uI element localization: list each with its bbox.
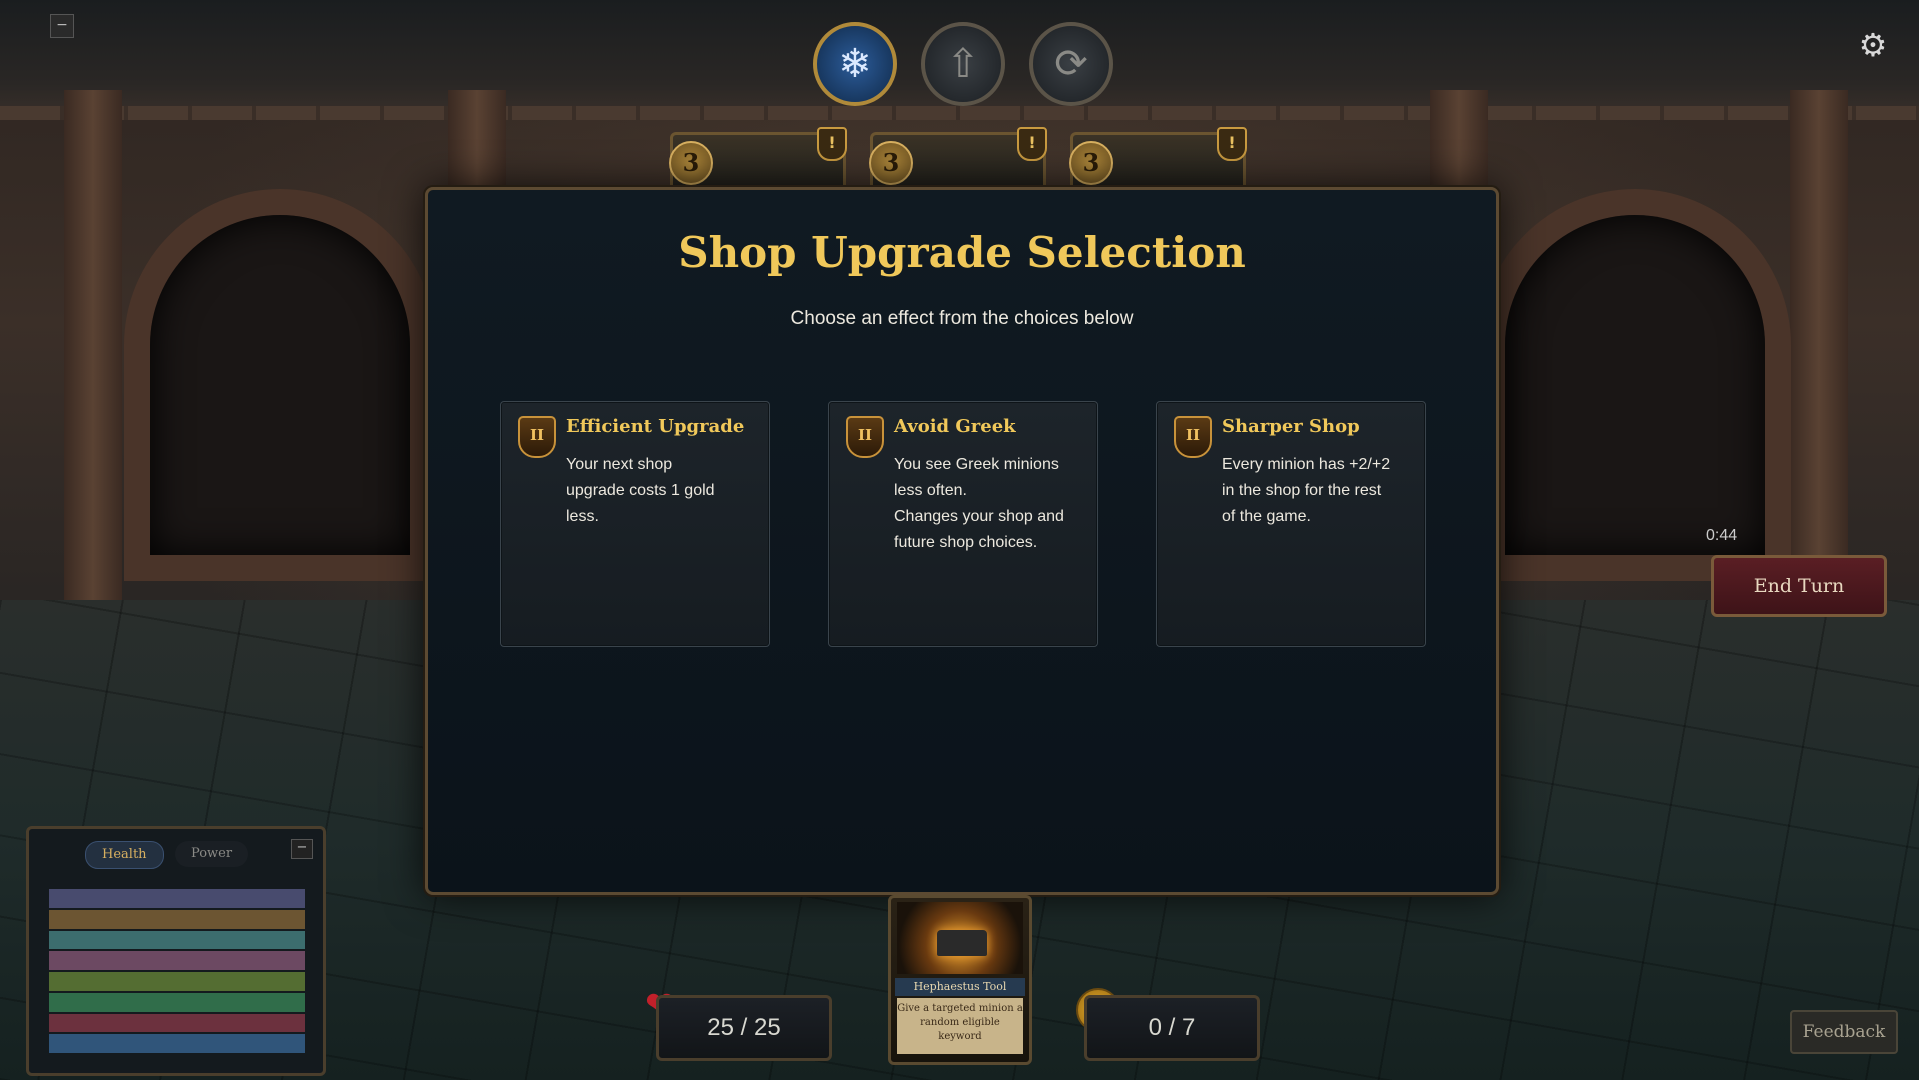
tab-health[interactable]: Health [85, 841, 164, 869]
upgrade-choice-avoid-greek[interactable]: II Avoid Greek You see Greek minions les… [828, 401, 1098, 647]
choice-description: Every minion has +2/+2 in the shop for t… [1222, 456, 1391, 525]
card-name: Hephaestus Tool [895, 978, 1025, 996]
upgrade-button[interactable]: ⇧ [921, 22, 1005, 106]
refresh-button[interactable]: ⟳ [1029, 22, 1113, 106]
card-text: Give a targeted minion a random eligible… [897, 998, 1023, 1054]
choice-description: Your next shop upgrade costs 1 gold less… [566, 456, 715, 525]
stats-panel: Health Power − [26, 826, 326, 1076]
shop-upgrade-modal: Shop Upgrade Selection Choose an effect … [425, 187, 1499, 895]
stone-arch [150, 215, 410, 555]
chart-stripe [49, 889, 305, 908]
choice-title: Sharper Shop [1222, 416, 1360, 437]
shop-minion-card[interactable]: 3 ! [1069, 127, 1247, 195]
snowflake-icon: ❄ [838, 41, 872, 87]
gold-counter: 0 / 7 [1084, 995, 1260, 1061]
shop-minion-card[interactable]: 3 ! [669, 127, 847, 195]
stone-arch [1505, 215, 1765, 555]
chart-stripe [49, 992, 305, 1012]
turn-timer: 0:44 [1706, 527, 1738, 544]
tier-shield-icon: II [518, 416, 556, 458]
tab-power[interactable]: Power [175, 841, 249, 867]
modal-subtitle: Choose an effect from the choices below [790, 308, 1134, 329]
gear-icon: ⚙ [1858, 26, 1888, 64]
cost-coin: 3 [1069, 141, 1113, 185]
chart-stripe [49, 1013, 305, 1033]
chart-stripe [49, 972, 305, 991]
up-arrow-icon: ⇧ [946, 41, 980, 87]
shop-minion-card[interactable]: 3 ! [869, 127, 1047, 195]
chart-stripe [49, 930, 305, 950]
end-turn-button[interactable]: End Turn [1711, 555, 1887, 617]
chart-stripe [49, 951, 305, 970]
card-art [897, 902, 1023, 974]
health-history-chart [49, 889, 305, 1055]
freeze-button[interactable]: ❄ [813, 22, 897, 106]
anvil-icon [937, 930, 987, 956]
cost-coin: 3 [869, 141, 913, 185]
modal-title: Shop Upgrade Selection [678, 228, 1246, 277]
pillar [1790, 90, 1848, 610]
choice-title: Avoid Greek [894, 416, 1016, 437]
upgrade-choice-efficient-upgrade[interactable]: II Efficient Upgrade Your next shop upgr… [500, 401, 770, 647]
cost-coin: 3 [669, 141, 713, 185]
chart-stripe [49, 1034, 305, 1053]
alert-icon: ! [817, 127, 847, 161]
panel-minimize-button[interactable]: − [291, 839, 313, 859]
refresh-icon: ⟳ [1054, 41, 1088, 87]
hand-spell-card[interactable]: Hephaestus Tool Give a targeted minion a… [888, 895, 1032, 1065]
tier-shield-icon: II [1174, 416, 1212, 458]
feedback-button[interactable]: Feedback [1790, 1010, 1898, 1054]
alert-icon: ! [1217, 127, 1247, 161]
upgrade-choice-sharper-shop[interactable]: II Sharper Shop Every minion has +2/+2 i… [1156, 401, 1426, 647]
settings-button[interactable]: ⚙ [1856, 28, 1890, 62]
tier-shield-icon: II [846, 416, 884, 458]
choice-title: Efficient Upgrade [566, 416, 745, 437]
choice-description: You see Greek minions less often. Change… [894, 456, 1064, 551]
health-counter: 25 / 25 [656, 995, 832, 1061]
alert-icon: ! [1017, 127, 1047, 161]
chart-stripe [49, 909, 305, 929]
pillar [64, 90, 122, 610]
minimize-button[interactable]: − [50, 14, 74, 38]
